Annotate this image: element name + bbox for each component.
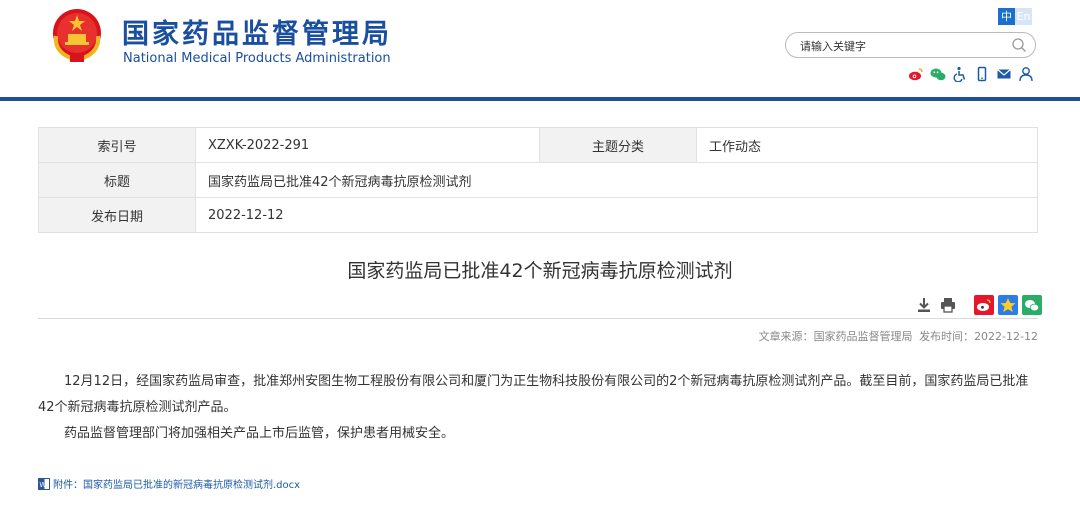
language-switch: 中 En [998,8,1032,25]
category-label: 主题分类 [539,127,697,163]
index-value: XZXK-2022-291 [195,127,540,163]
lang-zh-button[interactable]: 中 [998,8,1015,25]
date-value: 2022-12-12 [195,197,1038,233]
article-body: 12月12日，经国家药监局审查，批准郑州安图生物工程股份有限公司和厦门为正生物科… [38,369,1042,447]
attachment-link[interactable]: W 附件：国家药监局已批准的新冠病毒抗原检测试剂.docx [38,476,300,491]
site-header: 国家药品监督管理局 National Medical Products Admi… [0,0,1080,98]
print-icon[interactable] [938,295,958,315]
weibo-icon[interactable] [908,66,924,82]
site-title-en[interactable]: National Medical Products Administration [123,51,391,66]
download-icon[interactable] [914,295,934,315]
search-input[interactable] [798,36,1002,56]
lang-en-button[interactable]: En [1015,8,1032,25]
table-row: 发布日期 2022-12-12 [38,197,1038,233]
wechat-icon[interactable] [930,66,946,82]
article-source: 文章来源：国家药品监督管理局 发布时间：2022-12-12 [756,328,1038,344]
social-icons [908,66,1034,82]
accessibility-icon[interactable] [952,66,968,82]
title-value: 国家药监局已批准42个新冠病毒抗原检测试剂 [195,162,1038,198]
published-label: 发布时间： [919,330,975,343]
mobile-icon[interactable] [974,66,990,82]
mail-icon[interactable] [996,66,1012,82]
title-divider [38,318,1038,319]
national-emblem-icon[interactable] [48,6,106,64]
title-label: 标题 [38,162,196,198]
svg-text:W: W [39,481,46,489]
table-row: 标题 国家药监局已批准42个新冠病毒抗原检测试剂 [38,162,1038,198]
attachment-link-text[interactable]: 附件：国家药监局已批准的新冠病毒抗原检测试剂.docx [53,476,300,491]
index-label: 索引号 [38,127,196,163]
published-value: 2022-12-12 [974,330,1038,343]
date-label: 发布日期 [38,197,196,233]
search-box [785,32,1036,58]
share-wechat-icon[interactable] [1022,295,1042,315]
table-row: 索引号 XZXK-2022-291 主题分类 工作动态 [38,127,1038,163]
header-divider-bar [0,97,1080,101]
article-tools [914,295,1042,315]
share-favorite-icon[interactable] [998,295,1018,315]
word-document-icon: W [38,477,50,490]
share-weibo-icon[interactable] [974,295,994,315]
source-label: 文章来源： [758,330,814,343]
user-icon[interactable] [1018,66,1034,82]
article-paragraph: 药品监督管理部门将加强相关产品上市后监管，保护患者用械安全。 [64,426,455,441]
article-title: 国家药监局已批准42个新冠病毒抗原检测试剂 [347,260,733,282]
source-value: 国家药品监督管理局 [813,330,913,343]
article-paragraph: 12月12日，经国家药监局审查，批准郑州安图生物工程股份有限公司和厦门为正生物科… [38,374,1029,415]
search-icon[interactable] [1011,37,1027,53]
category-value: 工作动态 [696,127,1038,163]
site-title-cn[interactable]: 国家药品监督管理局 [122,12,392,51]
article-meta-table: 索引号 XZXK-2022-291 主题分类 工作动态 标题 国家药监局已批准4… [38,127,1038,233]
